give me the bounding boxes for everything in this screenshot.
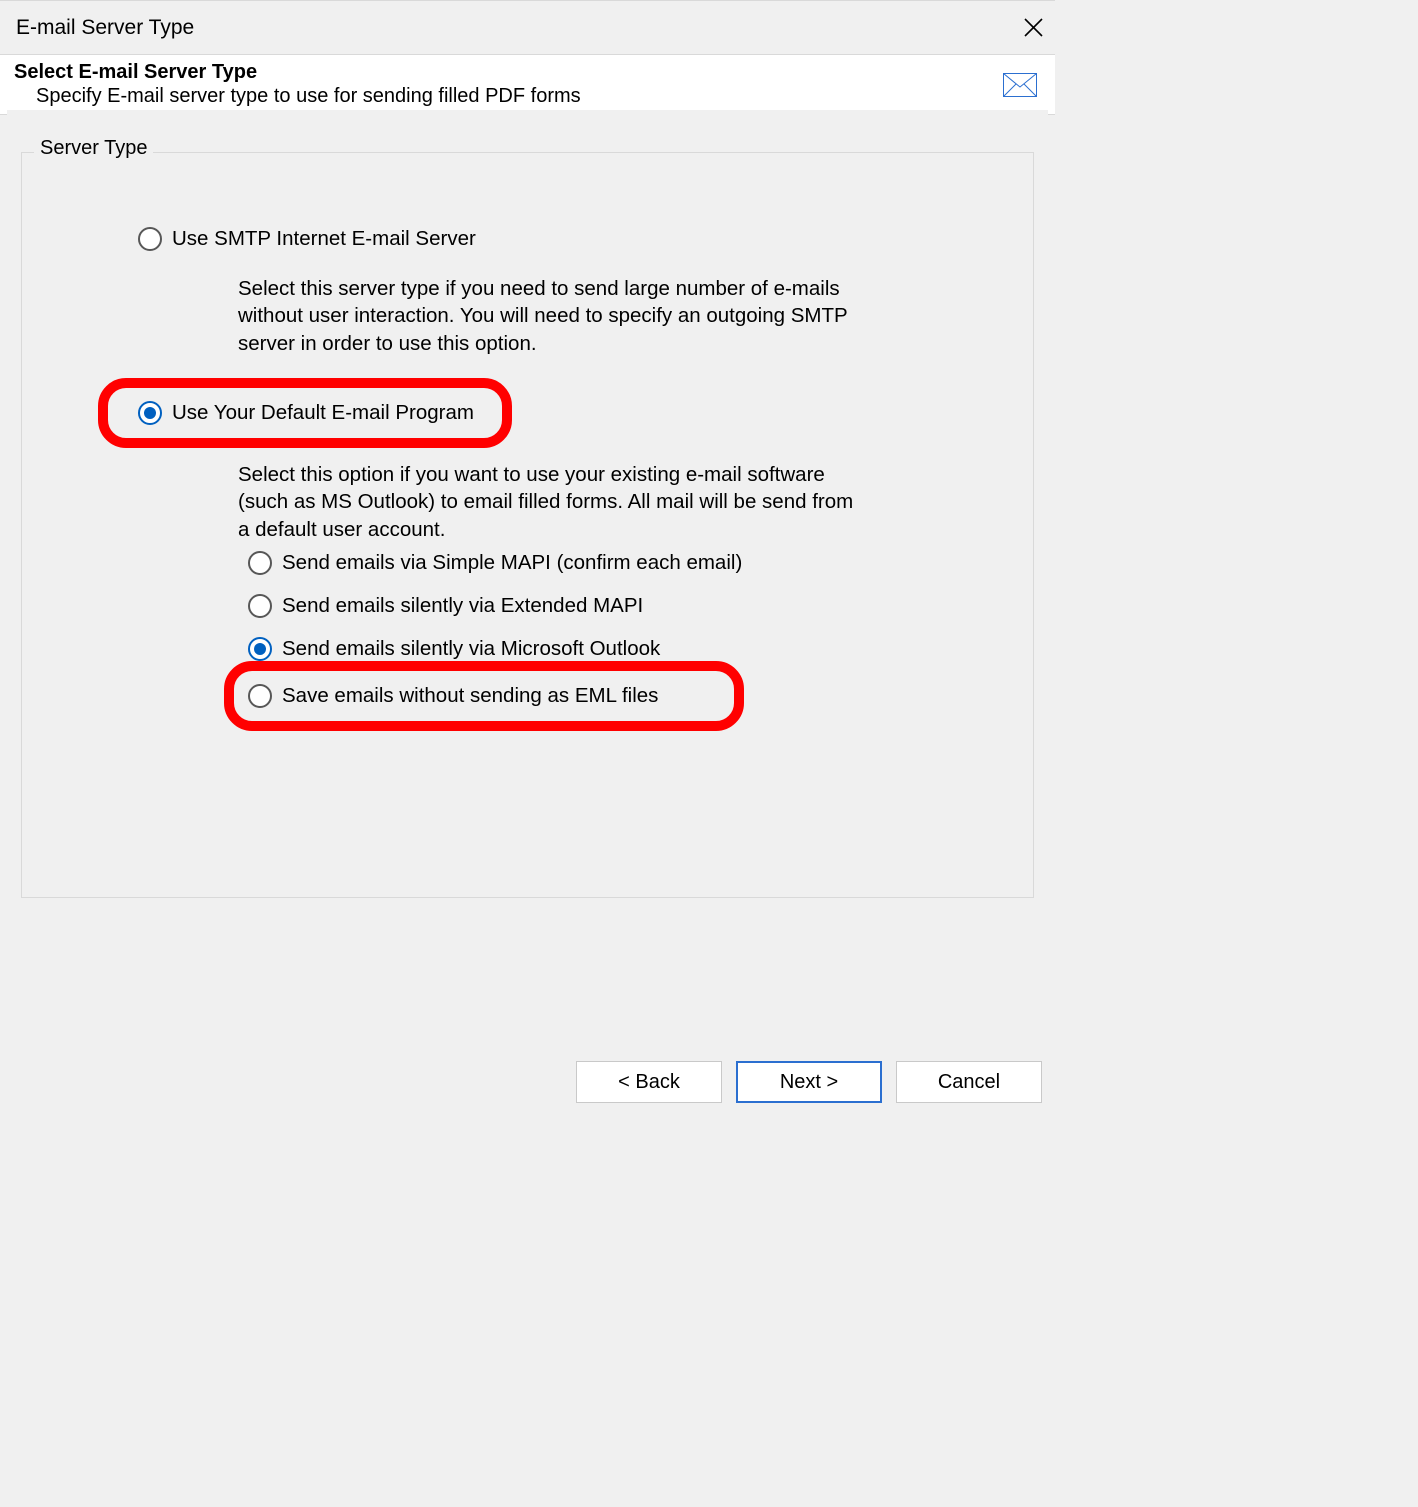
sub-options: Send emails via Simple MAPI (confirm eac… [248,551,742,661]
header-title: Select E-mail Server Type [14,61,1003,84]
wizard-footer: < Back Next > Cancel [7,1061,1048,1107]
wizard-header: Select E-mail Server Type Specify E-mail… [0,54,1055,115]
groupbox-legend: Server Type [34,137,153,160]
radio-icon [138,401,162,425]
highlight-default-program: Use Your Default E-mail Program [98,378,512,448]
option-smtp-label: Use SMTP Internet E-mail Server [172,227,476,251]
radio-icon [248,637,272,661]
option-default-program[interactable]: Use Your Default E-mail Program [138,401,474,425]
sub-option-extended-mapi-label: Send emails silently via Extended MAPI [282,594,643,618]
close-icon[interactable] [1020,14,1047,41]
radio-icon [248,551,272,575]
option-default-program-desc: Select this option if you want to use yo… [238,461,868,543]
option-default-program-label: Use Your Default E-mail Program [172,401,474,425]
sub-option-outlook[interactable]: Send emails silently via Microsoft Outlo… [248,637,742,661]
sub-option-extended-mapi[interactable]: Send emails silently via Extended MAPI [248,594,742,618]
server-type-group: Server Type Use SMTP Internet E-mail Ser… [21,152,1034,898]
mail-icon [1003,73,1041,97]
sub-option-outlook-label: Send emails silently via Microsoft Outlo… [282,637,660,661]
radio-icon [248,684,272,708]
sub-option-save-eml-label: Save emails without sending as EML files [282,684,658,708]
next-button[interactable]: Next > [736,1061,882,1103]
radio-icon [138,227,162,251]
sub-option-save-eml[interactable]: Save emails without sending as EML files [248,684,658,708]
sub-option-simple-mapi-label: Send emails via Simple MAPI (confirm eac… [282,551,742,575]
wizard-body: Server Type Use SMTP Internet E-mail Ser… [7,110,1048,1049]
cancel-button[interactable]: Cancel [896,1061,1042,1103]
header-subtitle: Specify E-mail server type to use for se… [14,85,1003,108]
back-button[interactable]: < Back [576,1061,722,1103]
sub-option-simple-mapi[interactable]: Send emails via Simple MAPI (confirm eac… [248,551,742,575]
option-smtp-desc: Select this server type if you need to s… [238,275,868,357]
option-smtp[interactable]: Use SMTP Internet E-mail Server [138,227,476,251]
titlebar: E-mail Server Type [0,0,1055,54]
highlight-save-eml: Save emails without sending as EML files [224,661,744,731]
window-title: E-mail Server Type [16,16,194,40]
radio-icon [248,594,272,618]
